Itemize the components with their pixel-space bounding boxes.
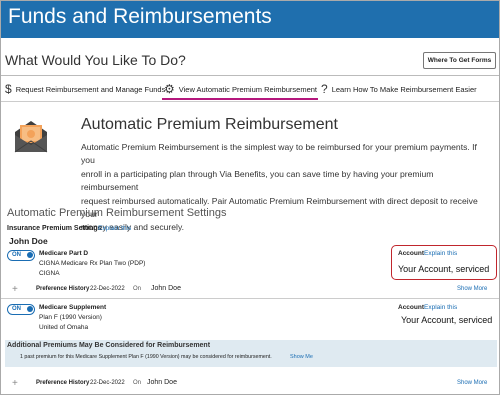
account-value: Your Account, serviced bbox=[398, 264, 490, 274]
insurance-explain-link[interactable]: Explain this bbox=[98, 225, 131, 232]
account-explain-link[interactable]: Explain this bbox=[424, 250, 457, 257]
section-title: What Would You Like To Do? bbox=[5, 52, 186, 68]
show-more-link[interactable]: Show More bbox=[457, 286, 487, 292]
plan-carrier: CIGNA bbox=[39, 270, 60, 277]
page-header: Funds and Reimbursements bbox=[1, 1, 499, 38]
tab-label: Learn How To Make Reimbursement Easier bbox=[331, 84, 477, 94]
preference-history-name: John Doe bbox=[151, 285, 181, 292]
apr-description: Automatic Premium Reimbursement is the s… bbox=[81, 141, 491, 235]
account-label: Account bbox=[398, 250, 424, 257]
insurance-settings-label: Insurance Premium Settings bbox=[7, 225, 102, 232]
toggle-label: ON bbox=[12, 252, 21, 258]
preference-history-name: John Doe bbox=[147, 379, 177, 386]
additional-premiums-text: 1 past premium for this Medicare Supplem… bbox=[20, 354, 272, 360]
where-to-get-forms-button[interactable]: Where To Get Forms bbox=[423, 52, 496, 69]
active-tab-indicator bbox=[162, 98, 318, 100]
question-icon: ? bbox=[321, 82, 328, 96]
divider bbox=[1, 101, 499, 102]
person-name: John Doe bbox=[9, 236, 48, 246]
plan-name: Plan F (1990 Version) bbox=[39, 314, 102, 321]
preference-history-status: On bbox=[133, 286, 142, 292]
tab-request-reimbursement[interactable]: $ Request Reimbursement and Manage Funds bbox=[5, 82, 165, 96]
page-title: Funds and Reimbursements bbox=[8, 5, 272, 28]
preference-history-label: Preference History bbox=[36, 380, 90, 386]
show-more-link[interactable]: Show More bbox=[457, 380, 487, 386]
plan-toggle-part-d[interactable]: ON bbox=[7, 250, 35, 261]
additional-premiums-title: Additional Premiums May Be Considered fo… bbox=[7, 342, 211, 349]
account-value: Your Account, serviced bbox=[401, 315, 493, 325]
expand-plus-icon[interactable]: + bbox=[12, 284, 18, 295]
description-line: Automatic Premium Reimbursement is the s… bbox=[81, 142, 477, 166]
expand-plus-icon[interactable]: + bbox=[12, 378, 18, 389]
preference-history-date: 22-Dec-2022 bbox=[90, 286, 125, 292]
settings-title: Automatic Premium Reimbursement Settings bbox=[7, 207, 227, 219]
preference-history-status: On bbox=[133, 380, 142, 386]
show-me-link[interactable]: Show Me bbox=[290, 354, 313, 360]
plan-toggle-supplement[interactable]: ON bbox=[7, 304, 35, 315]
account-explain-link[interactable]: Explain this bbox=[424, 304, 457, 311]
tab-learn-reimbursement[interactable]: ? Learn How To Make Reimbursement Easier bbox=[321, 82, 477, 96]
dollar-icon: $ bbox=[5, 82, 12, 96]
toggle-label: ON bbox=[12, 306, 21, 312]
envelope-money-icon bbox=[14, 121, 48, 153]
plan-type: Medicare Part D bbox=[39, 250, 89, 257]
gear-icon: ⚙ bbox=[164, 82, 175, 96]
plan-type: Medicare Supplement bbox=[39, 304, 107, 311]
description-line: money easily and securely. bbox=[81, 222, 185, 233]
plan-name: CIGNA Medicare Rx Plan Two (PDP) bbox=[39, 260, 146, 267]
account-label: Account bbox=[398, 304, 424, 311]
preference-history-label: Preference History bbox=[36, 286, 90, 292]
plan-carrier: United of Omaha bbox=[39, 324, 89, 331]
tab-label: Request Reimbursement and Manage Funds bbox=[15, 84, 166, 94]
toggle-knob bbox=[27, 306, 33, 312]
tab-label: View Automatic Premium Reimbursement bbox=[178, 84, 318, 94]
page-frame: Funds and Reimbursements What Would You … bbox=[0, 0, 500, 395]
divider bbox=[1, 75, 499, 76]
preference-history-date: 22-Dec-2022 bbox=[90, 380, 125, 386]
tab-automatic-premium-reimbursement[interactable]: ⚙ View Automatic Premium Reimbursement bbox=[164, 82, 317, 96]
apr-heading: Automatic Premium Reimbursement bbox=[81, 116, 338, 133]
description-line: enroll in a participating plan through V… bbox=[81, 168, 434, 193]
divider bbox=[1, 298, 499, 299]
toggle-knob bbox=[27, 252, 33, 258]
